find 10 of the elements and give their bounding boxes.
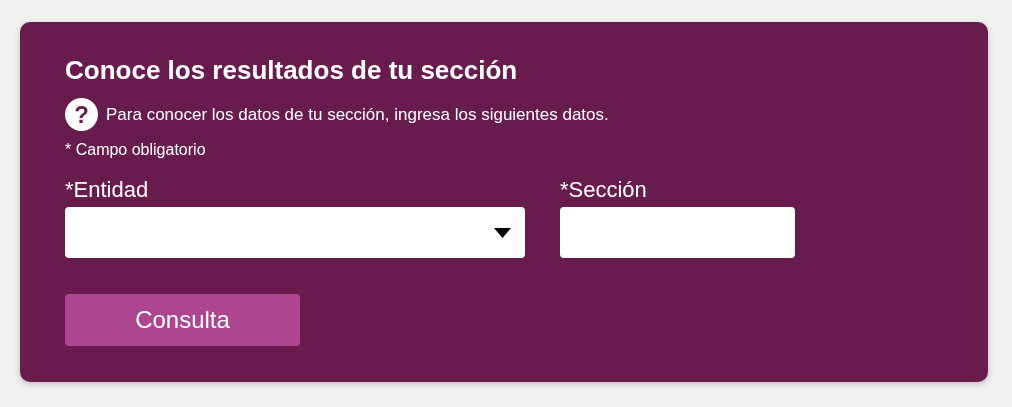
required-note: * Campo obligatorio (65, 141, 207, 159)
consulta-button[interactable]: Consulta (65, 294, 300, 346)
field-label: *Entidad (65, 177, 150, 203)
help-icon: ? (65, 98, 98, 131)
entity-dropdown[interactable] (65, 207, 525, 258)
instructions-text: Para conocer los datos de tu sección, ingresa los siguientes datos. (106, 104, 609, 125)
card-title: Conoce los resultados de tu sección (65, 54, 519, 87)
field-label: *Sección (560, 177, 648, 203)
caret-icon (494, 228, 511, 238)
section-input[interactable] (560, 207, 795, 258)
